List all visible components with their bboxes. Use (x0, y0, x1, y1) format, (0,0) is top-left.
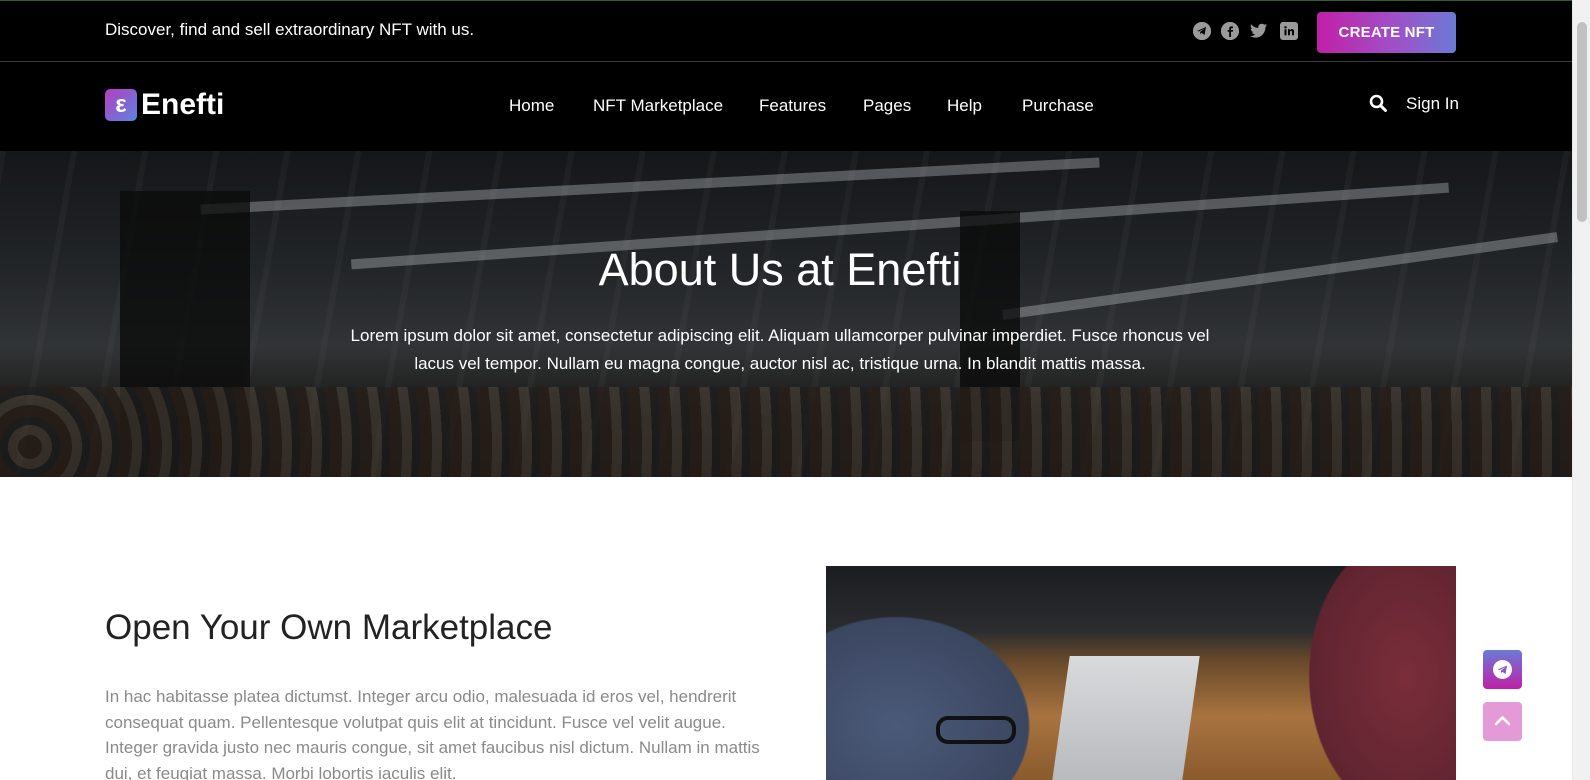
section-title: Open Your Own Marketplace (105, 608, 553, 647)
nav-item-features[interactable]: Features (759, 96, 826, 116)
linkedin-icon[interactable] (1280, 22, 1298, 40)
search-icon[interactable] (1369, 94, 1387, 112)
nav-item-help[interactable]: Help (947, 96, 982, 116)
scrollbar-thumb[interactable] (1577, 22, 1587, 222)
page: Discover, find and sell extraordinary NF… (0, 0, 1590, 780)
sign-in-link[interactable]: Sign In (1406, 94, 1459, 114)
photo-glasses (936, 716, 1016, 744)
site-logo[interactable]: ε Enefti (105, 88, 224, 122)
facebook-icon[interactable] (1221, 22, 1239, 40)
top-bar-tagline: Discover, find and sell extraordinary NF… (105, 20, 475, 39)
chevron-up-icon (1483, 716, 1522, 745)
photo-laptop (1052, 656, 1200, 780)
scroll-to-top-button[interactable] (1483, 702, 1522, 741)
section-text: In hac habitasse platea dictumst. Intege… (105, 687, 760, 780)
hero-title: About Us at Enefti (598, 244, 962, 295)
logo-text: Enefti (141, 88, 225, 121)
twitter-icon[interactable] (1250, 23, 1268, 39)
logo-mark: ε (105, 89, 137, 121)
nav-item-nft-marketplace[interactable]: NFT Marketplace (593, 96, 723, 116)
hero-crowd (0, 387, 1572, 477)
floating-telegram-button[interactable] (1483, 650, 1522, 689)
nav-item-pages[interactable]: Pages (863, 96, 911, 116)
top-bar: Discover, find and sell extraordinary NF… (0, 0, 1572, 62)
section-photo (826, 566, 1456, 780)
page-scrollbar[interactable] (1572, 0, 1590, 780)
telegram-icon[interactable] (1193, 22, 1211, 40)
create-nft-button[interactable]: CREATE NFT (1317, 12, 1456, 53)
nav-item-purchase[interactable]: Purchase (1022, 96, 1094, 116)
main-nav: ε Enefti Home NFT Marketplace Features P… (0, 62, 1572, 151)
telegram-icon (1493, 660, 1512, 679)
hero-banner: About Us at Enefti Lorem ipsum dolor sit… (0, 151, 1572, 477)
hero-text: Lorem ipsum dolor sit amet, consectetur … (350, 326, 1210, 373)
hero-ceiling-beam (200, 157, 1100, 215)
nav-item-home[interactable]: Home (509, 96, 554, 116)
